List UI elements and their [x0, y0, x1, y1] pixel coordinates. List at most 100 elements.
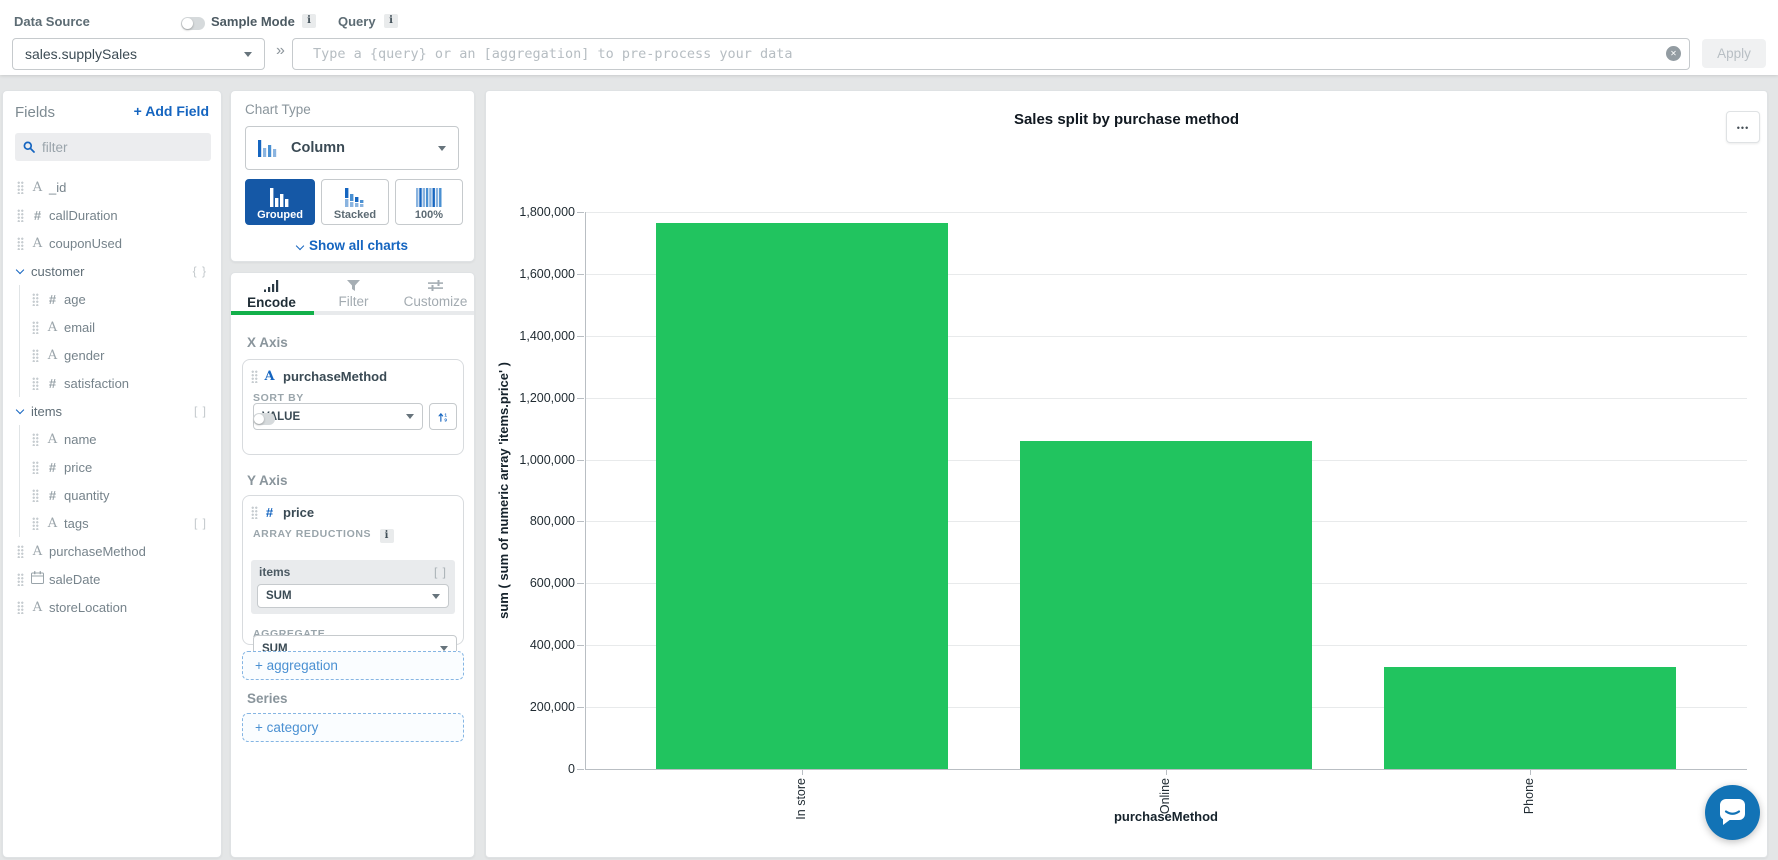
field-row-couponUsed[interactable]: AcouponUsed [3, 229, 221, 257]
string-type-icon: A [47, 319, 58, 335]
sample-mode-toggle[interactable] [181, 17, 205, 30]
field-row-_id[interactable]: A _id [3, 173, 221, 201]
clear-query-icon[interactable] [1666, 46, 1681, 61]
x-tick-mark [801, 769, 803, 775]
drag-handle-icon[interactable] [17, 236, 24, 250]
tab-filter[interactable]: Filter [313, 280, 394, 311]
sort-direction-button[interactable]: 1 9 [429, 403, 457, 430]
sort-by-select[interactable]: VALUE [253, 403, 423, 430]
bar-Online[interactable] [1020, 441, 1312, 769]
field-name: name [64, 431, 97, 447]
tab-customize-label: Customize [403, 294, 468, 309]
bar-In store[interactable] [656, 223, 948, 769]
field-name: items [31, 403, 63, 419]
add-category-button[interactable]: + category [242, 713, 464, 742]
limit-results-toggle[interactable] [253, 413, 275, 425]
drag-handle-icon[interactable] [17, 180, 24, 194]
array-badge: [ ] [433, 565, 447, 579]
tab-customize[interactable]: Customize [395, 280, 476, 311]
field-name: saleDate [49, 571, 101, 587]
field-name: storeLocation [49, 599, 128, 615]
tab-encode[interactable]: Encode [231, 280, 312, 312]
drag-handle-icon[interactable] [32, 320, 39, 334]
variant-grouped-button[interactable]: Grouped [245, 179, 315, 225]
toggle-knob [254, 414, 264, 424]
field-row-items[interactable]: items [ ] [3, 397, 221, 425]
drag-handle-icon[interactable] [32, 488, 39, 502]
chevron-down-icon[interactable] [15, 405, 25, 414]
field-row-gender[interactable]: Agender [3, 341, 221, 369]
drag-handle-icon[interactable] [17, 600, 24, 614]
drag-handle-icon[interactable] [32, 348, 39, 362]
data-source-select[interactable]: sales.supplySales [12, 38, 265, 70]
x-tick-label: Online [1158, 778, 1172, 815]
x-tick-label: In store [793, 778, 808, 820]
apply-button[interactable]: Apply [1702, 39, 1766, 68]
field-row-price[interactable]: # price [3, 453, 221, 481]
y-tick-label: 1,200,000 [519, 390, 575, 405]
y-axis-field-name: price [283, 505, 315, 520]
variant-100pct-button[interactable]: 100% [395, 179, 463, 225]
y-tick-label: 600,000 [529, 576, 575, 591]
field-row-quantity[interactable]: # quantity [3, 481, 221, 509]
y-axis-label: Y Axis [247, 473, 288, 488]
search-icon [23, 141, 35, 153]
double-chevron-separator: » [276, 42, 285, 59]
add-field-button[interactable]: + Add Field [134, 103, 209, 119]
add-aggregation-button[interactable]: + aggregation [242, 651, 464, 680]
variant-stacked-label: Stacked [333, 209, 377, 221]
y-axis-line [585, 212, 586, 769]
field-row-email[interactable]: Aemail [3, 313, 221, 341]
tab-filter-label: Filter [338, 294, 369, 309]
drag-handle-icon[interactable] [17, 544, 24, 558]
chat-bubble-button[interactable] [1705, 785, 1760, 840]
drag-handle-icon[interactable] [17, 572, 24, 586]
drag-handle-icon[interactable] [17, 208, 24, 222]
encode-panel: Encode Filter Customize X Axis A purchas… [230, 272, 475, 858]
array-reductions-info-icon[interactable] [379, 528, 394, 543]
field-row-tags[interactable]: Atags [ ] [3, 509, 221, 537]
drag-handle-icon[interactable] [32, 516, 39, 530]
active-tab-indicator [231, 311, 314, 315]
y-tick-label: 0 [568, 762, 575, 776]
field-name: _id [49, 179, 67, 195]
drag-handle-icon[interactable] [32, 432, 39, 446]
show-all-charts-link[interactable]: Show all charts [231, 238, 474, 253]
svg-text:9: 9 [444, 417, 447, 422]
reduction-select[interactable]: SUM [257, 584, 449, 608]
reduction-box: items [ ] SUM [251, 560, 455, 614]
bar-Phone[interactable] [1384, 666, 1676, 769]
drag-handle-icon[interactable] [251, 370, 258, 383]
x-axis-field[interactable]: A purchaseMethod [251, 369, 463, 384]
field-row-callDuration[interactable]: # callDuration [3, 201, 221, 229]
field-row-name[interactable]: Aname [3, 425, 221, 453]
variant-stacked-button[interactable]: Stacked [321, 179, 389, 225]
field-row-storeLocation[interactable]: AstoreLocation [3, 593, 221, 621]
field-filter-input[interactable] [42, 139, 192, 155]
number-type-icon: # [48, 459, 57, 475]
variant-grouped-label: Grouped [257, 209, 303, 221]
y-tick-mark [577, 212, 584, 213]
field-row-satisfaction[interactable]: # satisfaction [3, 369, 221, 397]
drag-handle-icon[interactable] [32, 376, 39, 390]
field-row-age[interactable]: # age [3, 285, 221, 313]
field-row-purchaseMethod[interactable]: ApurchaseMethod [3, 537, 221, 565]
chart-type-title: Chart Type [245, 102, 311, 117]
drag-handle-icon[interactable] [32, 292, 39, 306]
drag-handle-icon[interactable] [251, 506, 258, 519]
chart-menu-button[interactable] [1726, 111, 1760, 143]
chart-title: Sales split by purchase method [1013, 111, 1240, 128]
y-axis-field[interactable]: # price [251, 505, 463, 520]
query-info-icon[interactable] [384, 14, 398, 28]
chevron-down-icon[interactable] [15, 265, 25, 274]
field-row-saleDate[interactable]: saleDate [3, 565, 221, 593]
chart-type-select[interactable]: Column [245, 126, 459, 170]
drag-handle-icon[interactable] [32, 460, 39, 474]
string-type-icon: A [32, 543, 43, 559]
field-row-customer[interactable]: customer { } [3, 257, 221, 285]
sample-mode-info-icon[interactable] [302, 14, 316, 28]
number-type-icon: # [265, 505, 274, 520]
query-input[interactable] [292, 38, 1690, 70]
indent-guide [19, 453, 20, 481]
number-type-icon: # [48, 291, 57, 307]
